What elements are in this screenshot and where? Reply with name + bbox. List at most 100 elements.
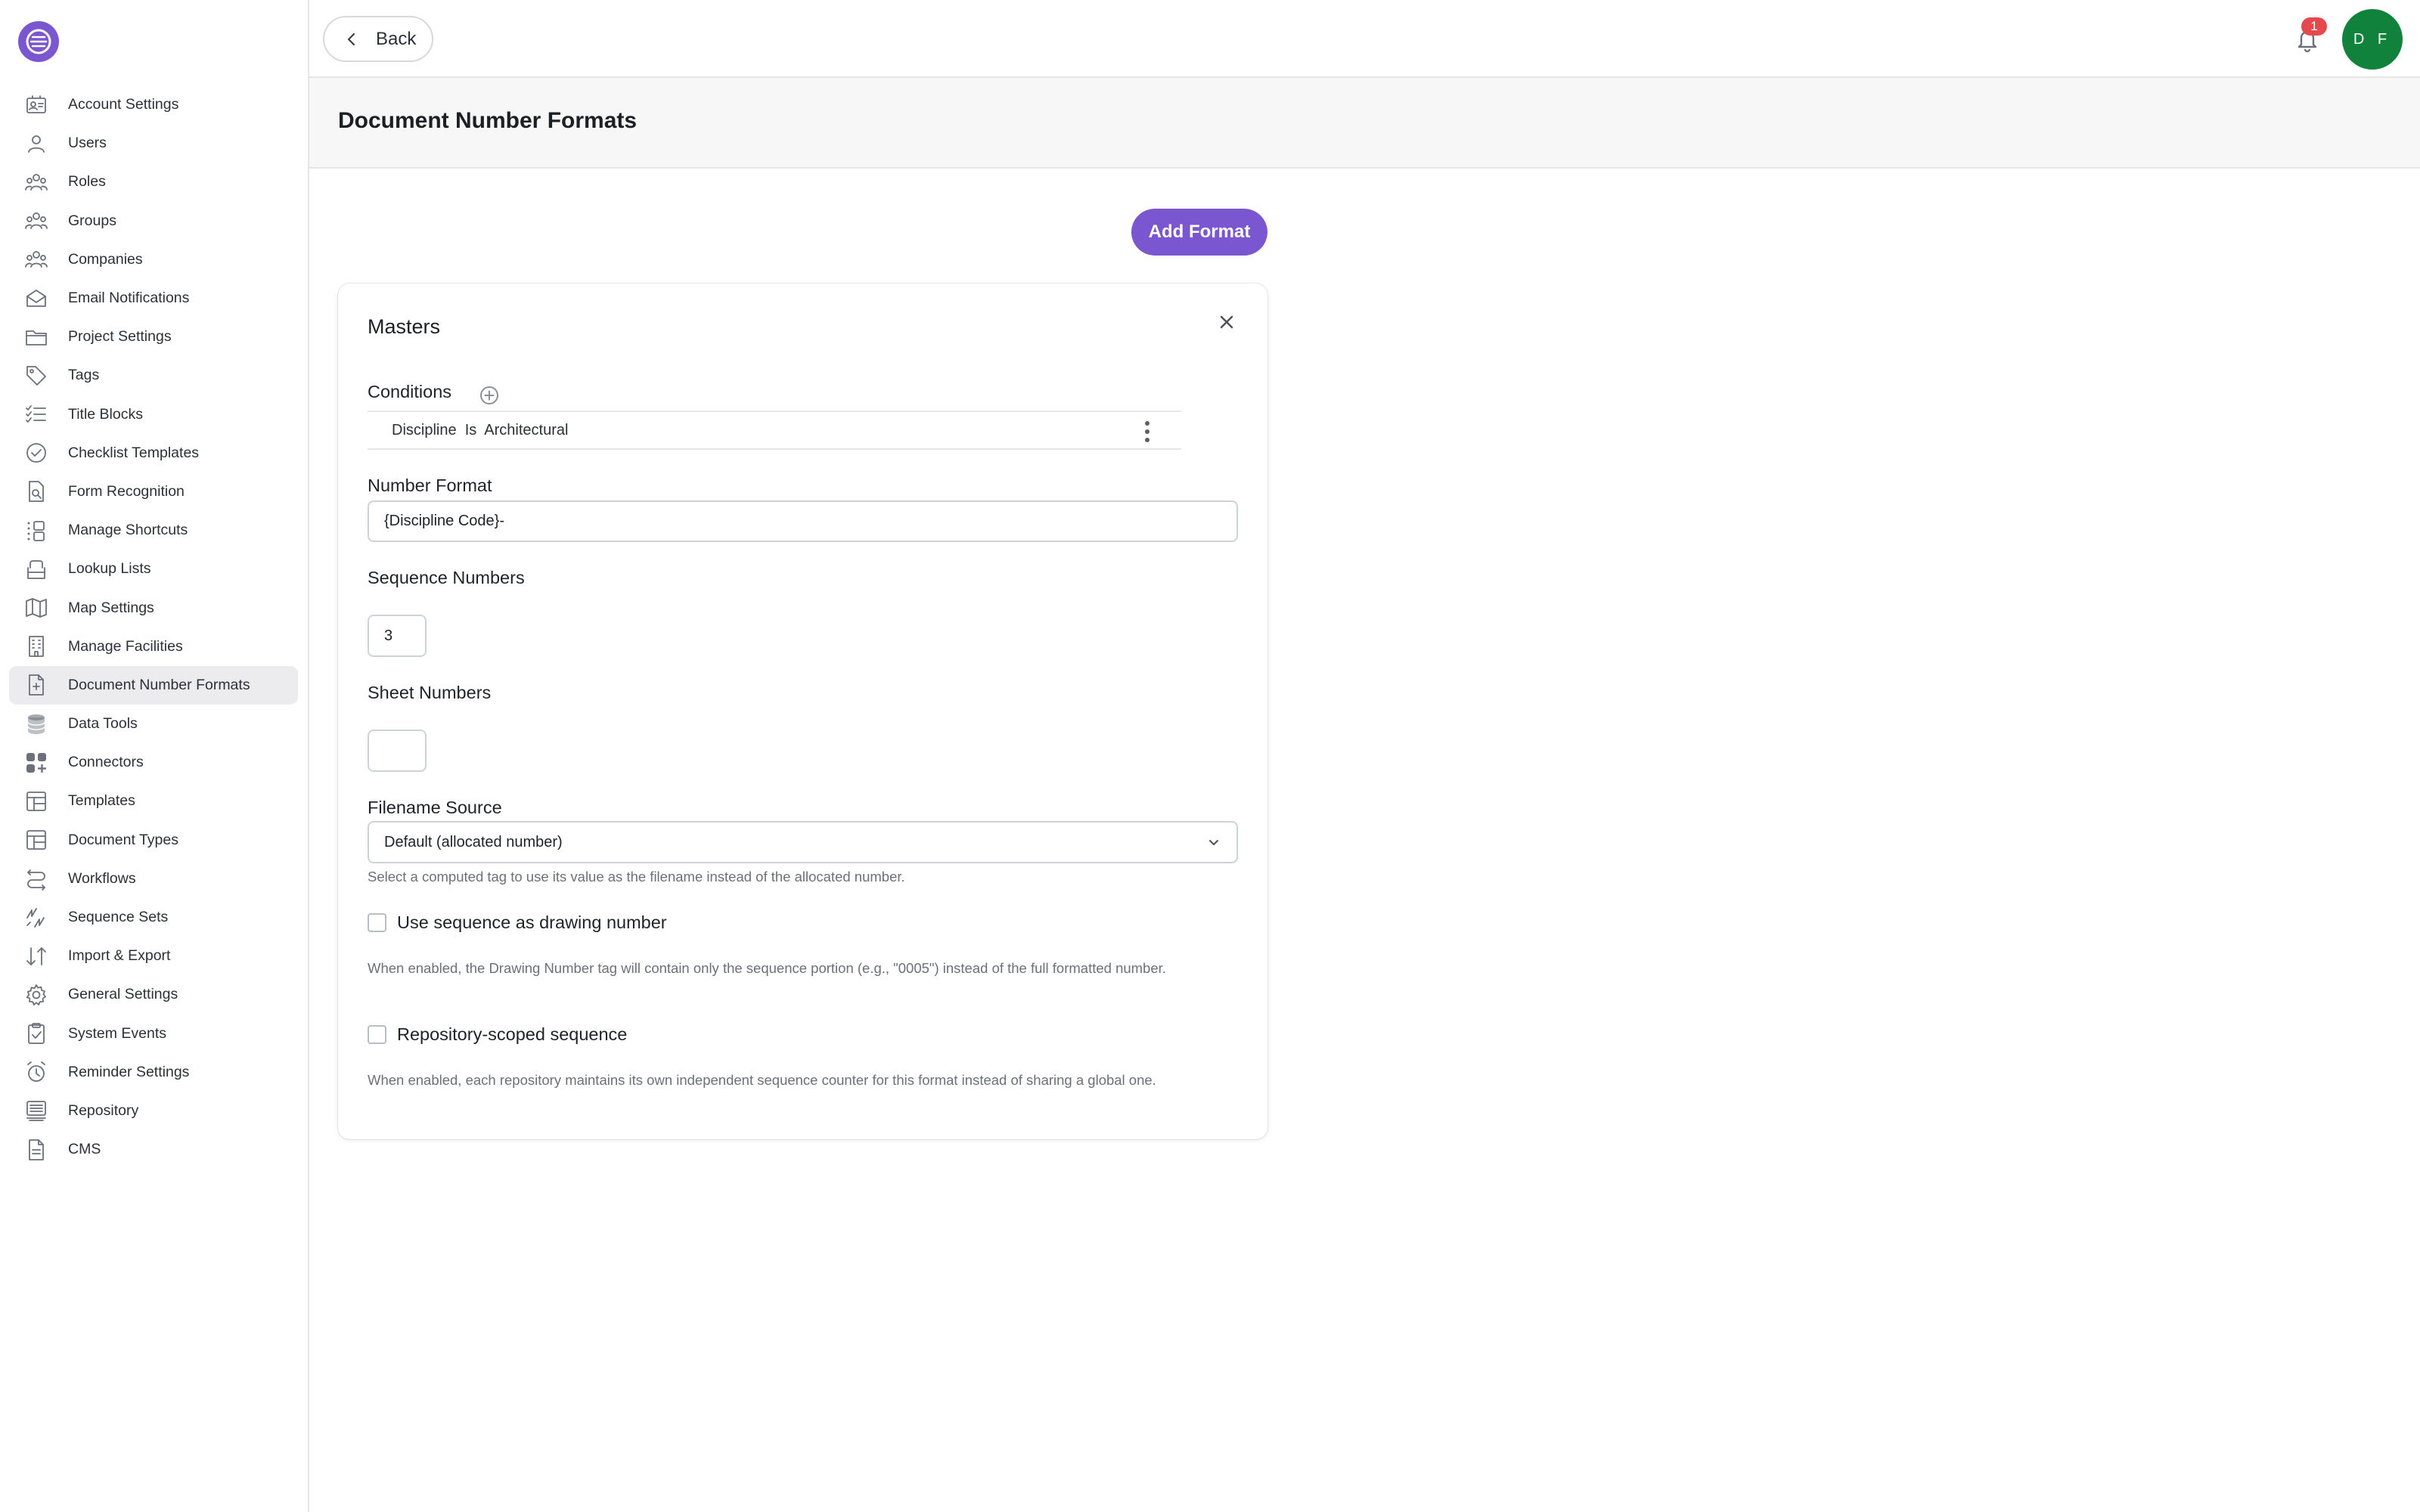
- filename-source-label: Filename Source: [368, 798, 502, 817]
- back-button-label: Back: [376, 28, 417, 49]
- sidebar-item-system-events[interactable]: System Events: [9, 1015, 298, 1053]
- shortcuts-icon: [24, 519, 48, 543]
- app-logo[interactable]: [18, 21, 59, 62]
- sidebar-item-label: System Events: [68, 1024, 167, 1042]
- add-format-button[interactable]: Add Format: [1131, 209, 1267, 256]
- sequence-numbers-input[interactable]: [368, 615, 427, 657]
- sidebar-item-label: Data Tools: [68, 715, 138, 733]
- repo-scoped-help: When enabled, each repository maintains …: [368, 1072, 1156, 1088]
- roles-icon: [24, 170, 48, 194]
- logo-mark-icon: [26, 29, 51, 54]
- connectors-icon: [24, 751, 48, 775]
- groups-icon: [24, 209, 48, 233]
- chevron-down-icon: [1209, 840, 1218, 845]
- document-plus-icon: [24, 673, 48, 697]
- sidebar-item-label: Templates: [68, 792, 135, 810]
- sidebar-item-account-settings[interactable]: Account Settings: [9, 85, 298, 124]
- sidebar-item-label: Account Settings: [68, 96, 179, 113]
- page-title: Document Number Formats: [338, 108, 638, 133]
- database-icon: [24, 712, 48, 736]
- use-sequence-label: Use sequence as drawing number: [397, 912, 667, 932]
- sidebar-item-label: Checklist Templates: [68, 444, 200, 461]
- sidebar-item-title-blocks[interactable]: Title Blocks: [9, 395, 298, 434]
- sidebar-item-import-export[interactable]: Import & Export: [9, 937, 298, 975]
- sidebar-item-label: Roles: [68, 173, 106, 191]
- sidebar-item-reminder-settings[interactable]: Reminder Settings: [9, 1053, 298, 1092]
- repository-icon: [24, 1098, 48, 1123]
- conditions-label: Conditions: [368, 382, 452, 401]
- sidebar-item-project-settings[interactable]: Project Settings: [9, 318, 298, 356]
- sidebar-item-users[interactable]: Users: [9, 124, 298, 163]
- sidebar-item-tags[interactable]: Tags: [9, 356, 298, 395]
- sidebar-item-cms[interactable]: CMS: [9, 1130, 298, 1169]
- avatar[interactable]: D F: [2342, 9, 2403, 70]
- workflow-icon: [24, 866, 48, 891]
- sidebar-item-companies[interactable]: Companies: [9, 240, 298, 279]
- filename-source-value: Default (allocated number): [384, 833, 563, 850]
- sidebar-item-label: Connectors: [68, 754, 144, 771]
- back-button[interactable]: Back: [323, 16, 433, 62]
- filename-source-help: Select a computed tag to use its value a…: [368, 869, 905, 885]
- sidebar-item-general-settings[interactable]: General Settings: [9, 975, 298, 1014]
- clipboard-check-icon: [24, 1021, 48, 1046]
- close-icon[interactable]: [1215, 311, 1238, 333]
- filename-source-select[interactable]: Default (allocated number): [368, 821, 1238, 863]
- number-format-label: Number Format: [368, 476, 492, 495]
- sheet-numbers-input[interactable]: [368, 730, 427, 772]
- sidebar-item-document-types[interactable]: Document Types: [9, 821, 298, 860]
- tag-icon: [24, 364, 48, 388]
- building-icon: [24, 634, 48, 658]
- template-icon: [24, 789, 48, 813]
- folder-icon: [24, 325, 48, 349]
- sidebar-item-label: CMS: [68, 1141, 101, 1158]
- sidebar-item-label: Sequence Sets: [68, 909, 169, 926]
- sidebar-item-label: Workflows: [68, 869, 136, 887]
- sidebar-item-lookup-lists[interactable]: Lookup Lists: [9, 550, 298, 588]
- sidebar-item-label: Document Types: [68, 831, 178, 848]
- sidebar-item-workflows[interactable]: Workflows: [9, 860, 298, 898]
- sidebar-item-connectors[interactable]: Connectors: [9, 743, 298, 782]
- sidebar-item-label: Manage Shortcuts: [68, 522, 188, 539]
- sidebar-item-label: Project Settings: [68, 328, 172, 345]
- use-sequence-checkbox[interactable]: [368, 913, 386, 932]
- sidebar-item-data-tools[interactable]: Data Tools: [9, 705, 298, 743]
- import-export-icon: [24, 944, 48, 968]
- sidebar-item-manage-facilities[interactable]: Manage Facilities: [9, 627, 298, 666]
- sidebar-item-templates[interactable]: Templates: [9, 782, 298, 820]
- add-condition-icon[interactable]: [478, 384, 501, 407]
- sidebar-item-label: Users: [68, 135, 107, 152]
- alarm-clock-icon: [24, 1060, 48, 1084]
- sidebar-item-label: Tags: [68, 367, 100, 384]
- repo-scoped-checkbox[interactable]: [368, 1025, 386, 1044]
- sidebar-item-form-recognition[interactable]: Form Recognition: [9, 472, 298, 511]
- envelope-icon: [24, 287, 48, 311]
- sidebar-item-label: Map Settings: [68, 599, 154, 616]
- sidebar-item-map-settings[interactable]: Map Settings: [9, 588, 298, 627]
- gear-icon: [24, 983, 48, 1007]
- sidebar-item-label: Import & Export: [68, 947, 171, 965]
- sidebar-item-label: Document Number Formats: [68, 676, 250, 693]
- sidebar-item-checklist-templates[interactable]: Checklist Templates: [9, 434, 298, 472]
- sidebar-item-label: General Settings: [68, 986, 178, 1003]
- number-format-input[interactable]: [368, 500, 1238, 542]
- sidebar: Account Settings Users Roles Groups Companie…: [0, 0, 309, 1512]
- use-sequence-help: When enabled, the Drawing Number tag wil…: [368, 960, 1166, 976]
- sidebar-item-label: Groups: [68, 212, 116, 229]
- sidebar-item-manage-shortcuts[interactable]: Manage Shortcuts: [9, 511, 298, 550]
- file-icon: [24, 1138, 48, 1162]
- sequence-numbers-label: Sequence Numbers: [368, 568, 525, 587]
- sidebar-item-document-number-formats[interactable]: Document Number Formats: [9, 665, 298, 705]
- checklist-icon: [24, 402, 48, 426]
- card-title: Masters: [368, 315, 441, 338]
- top-bar: Back 1 D F: [309, 0, 2420, 78]
- sidebar-item-sequence-sets[interactable]: Sequence Sets: [9, 898, 298, 937]
- sidebar-item-email-notifications[interactable]: Email Notifications: [9, 279, 298, 318]
- sidebar-item-roles[interactable]: Roles: [9, 163, 298, 201]
- app-root: Account Settings Users Roles Groups Companie…: [0, 0, 2420, 1512]
- sidebar-item-repository[interactable]: Repository: [9, 1092, 298, 1130]
- template-icon: [24, 828, 48, 852]
- sidebar-item-label: Reminder Settings: [68, 1063, 190, 1080]
- kebab-menu-icon[interactable]: [1143, 421, 1151, 442]
- sidebar-item-label: Repository: [68, 1101, 139, 1119]
- sidebar-item-groups[interactable]: Groups: [9, 202, 298, 240]
